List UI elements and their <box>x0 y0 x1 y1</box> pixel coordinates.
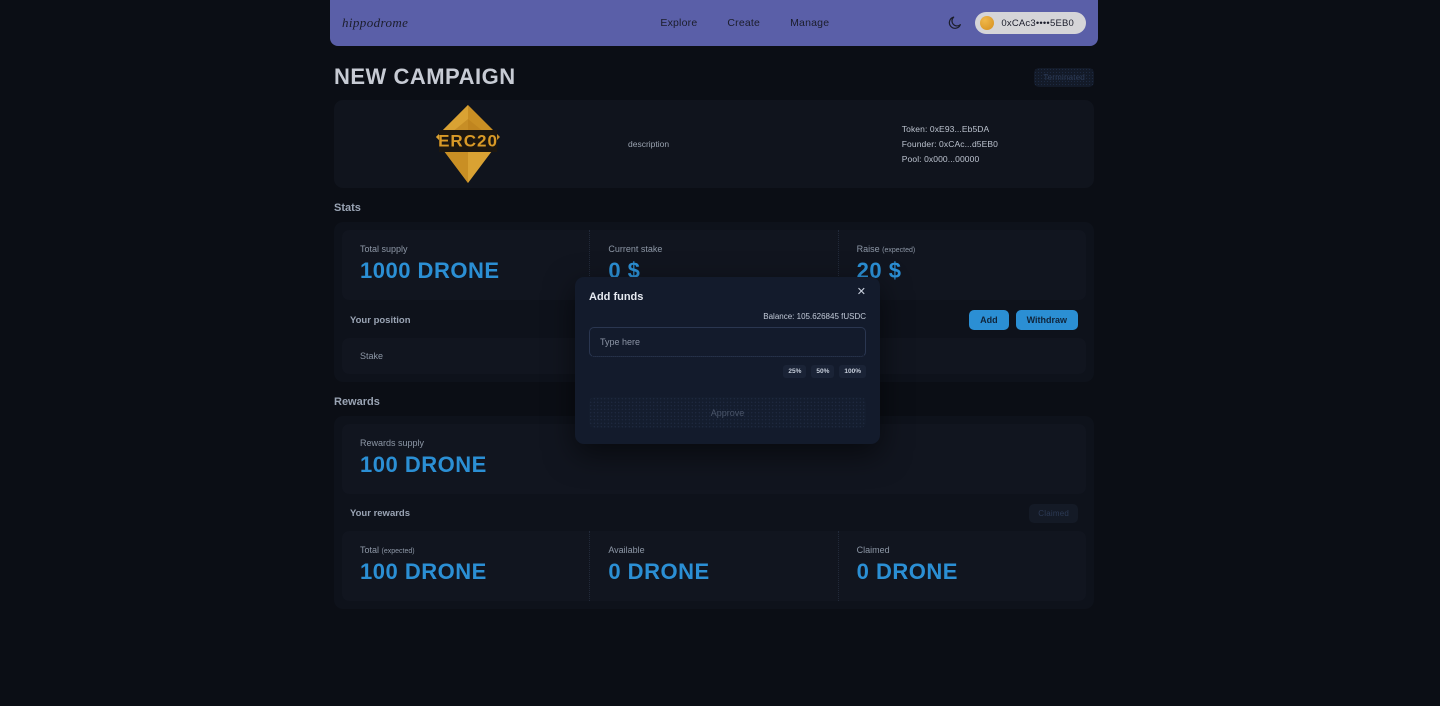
your-rewards-title: Your rewards <box>350 508 411 519</box>
header-actions: 0xCAc3••••5EB0 <box>947 12 1086 34</box>
percent-100-button[interactable]: 100% <box>839 365 866 378</box>
campaign-description: description <box>628 139 670 149</box>
stat-value: 0 DRONE <box>856 559 958 584</box>
modal-title: Add funds <box>589 291 644 303</box>
meta-pool: Pool: 0x000...00000 <box>901 154 980 164</box>
stat-value: 1000 DRONE <box>360 258 500 283</box>
wallet-address: 0xCAc3••••5EB0 <box>1001 17 1074 29</box>
add-funds-modal: Add funds ✕ Balance: 105.626845 fUSDC 25… <box>575 277 880 444</box>
svg-text:ERC20: ERC20 <box>438 132 498 151</box>
approve-button[interactable]: Approve <box>589 397 866 428</box>
reward-available: Available 0 DRONE <box>590 531 839 601</box>
stat-value: 0 DRONE <box>608 559 710 584</box>
reward-total-expected: Total (expected) 100 DRONE <box>342 531 591 601</box>
stat-label: Total supply <box>360 244 408 254</box>
campaign-hero-card: ERC20 description Token: 0xE93...Eb5DA F… <box>334 100 1094 188</box>
stat-label: Total (expected) <box>360 545 415 555</box>
site-header: hippodrome Explore Create Manage 0xCAc3•… <box>330 0 1098 46</box>
nav-item-create[interactable]: Create <box>727 17 760 29</box>
your-position-title: Your position <box>350 314 411 326</box>
stat-label: Raise (expected) <box>856 244 916 254</box>
moon-icon[interactable] <box>947 15 963 31</box>
percent-25-button[interactable]: 25% <box>783 365 807 378</box>
stat-value: 100 DRONE <box>360 452 487 477</box>
erc20-token-icon: ERC20 <box>334 103 504 185</box>
amount-input[interactable] <box>589 327 866 357</box>
close-icon[interactable]: ✕ <box>855 285 868 300</box>
percent-50-button[interactable]: 50% <box>811 365 835 378</box>
page-title: NEW CAMPAIGN <box>334 64 516 89</box>
position-actions: Add Withdraw <box>969 310 1078 330</box>
reward-claimed: Claimed 0 DRONE <box>839 531 1086 601</box>
percent-buttons: 25% 50% 100% <box>589 365 866 378</box>
nav-item-explore[interactable]: Explore <box>660 17 697 29</box>
main-nav: Explore Create Manage <box>660 17 829 29</box>
stat-label: Current stake <box>608 244 663 254</box>
avatar <box>980 16 995 30</box>
stat-label: Claimed <box>856 545 890 555</box>
stat-value: 100 DRONE <box>360 559 487 584</box>
stat-value: 20 $ <box>856 258 902 283</box>
campaign-meta: Token: 0xE93...Eb5DA Founder: 0xCAc...d5… <box>902 124 998 164</box>
brand-logo[interactable]: hippodrome <box>342 15 408 31</box>
nav-item-manage[interactable]: Manage <box>790 17 829 29</box>
stat-label: Available <box>608 545 645 555</box>
your-rewards-header: Your rewards Claimed <box>342 494 1086 531</box>
wallet-button[interactable]: 0xCAc3••••5EB0 <box>975 12 1086 34</box>
campaign-header: NEW CAMPAIGN Terminated <box>330 46 1098 100</box>
rewards-grid: Total (expected) 100 DRONE Available 0 D… <box>342 531 1086 601</box>
status-badge: Terminated <box>1034 67 1094 87</box>
balance-text: Balance: 105.626845 fUSDC <box>763 312 866 321</box>
withdraw-button[interactable]: Withdraw <box>1015 310 1078 330</box>
stat-total-supply: Total supply 1000 DRONE <box>342 230 591 300</box>
add-funds-button[interactable]: Add <box>969 310 1009 330</box>
claimed-badge: Claimed <box>1029 504 1078 523</box>
stats-section-title: Stats <box>334 202 361 214</box>
meta-founder: Founder: 0xCAc...d5EB0 <box>901 139 998 149</box>
rewards-panel: Rewards supply 100 DRONE Your rewards Cl… <box>334 416 1094 609</box>
meta-token: Token: 0xE93...Eb5DA <box>901 124 990 134</box>
